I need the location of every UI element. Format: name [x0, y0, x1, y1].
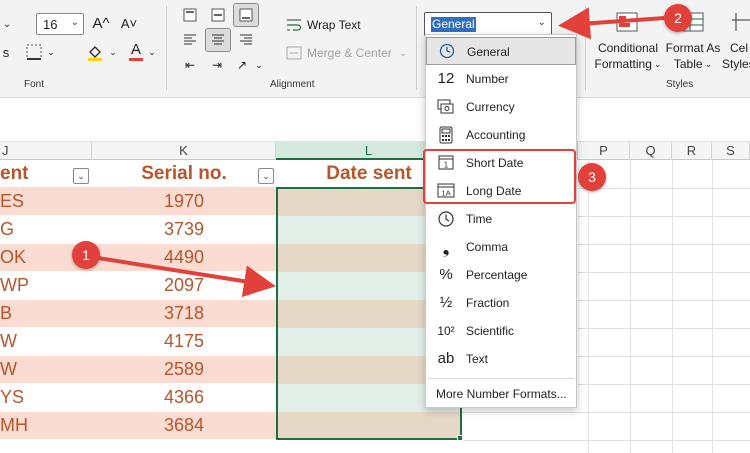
annotation-arrow-2 — [558, 7, 665, 40]
annotation-highlight-date-formats — [423, 149, 576, 204]
annotation-callout-2: 2 — [664, 4, 692, 32]
annotation-callout-3: 3 — [578, 163, 606, 191]
annotation-callout-1: 1 — [72, 241, 100, 269]
annotation-arrows — [97, 7, 665, 298]
annotation-arrow-1 — [97, 256, 276, 298]
